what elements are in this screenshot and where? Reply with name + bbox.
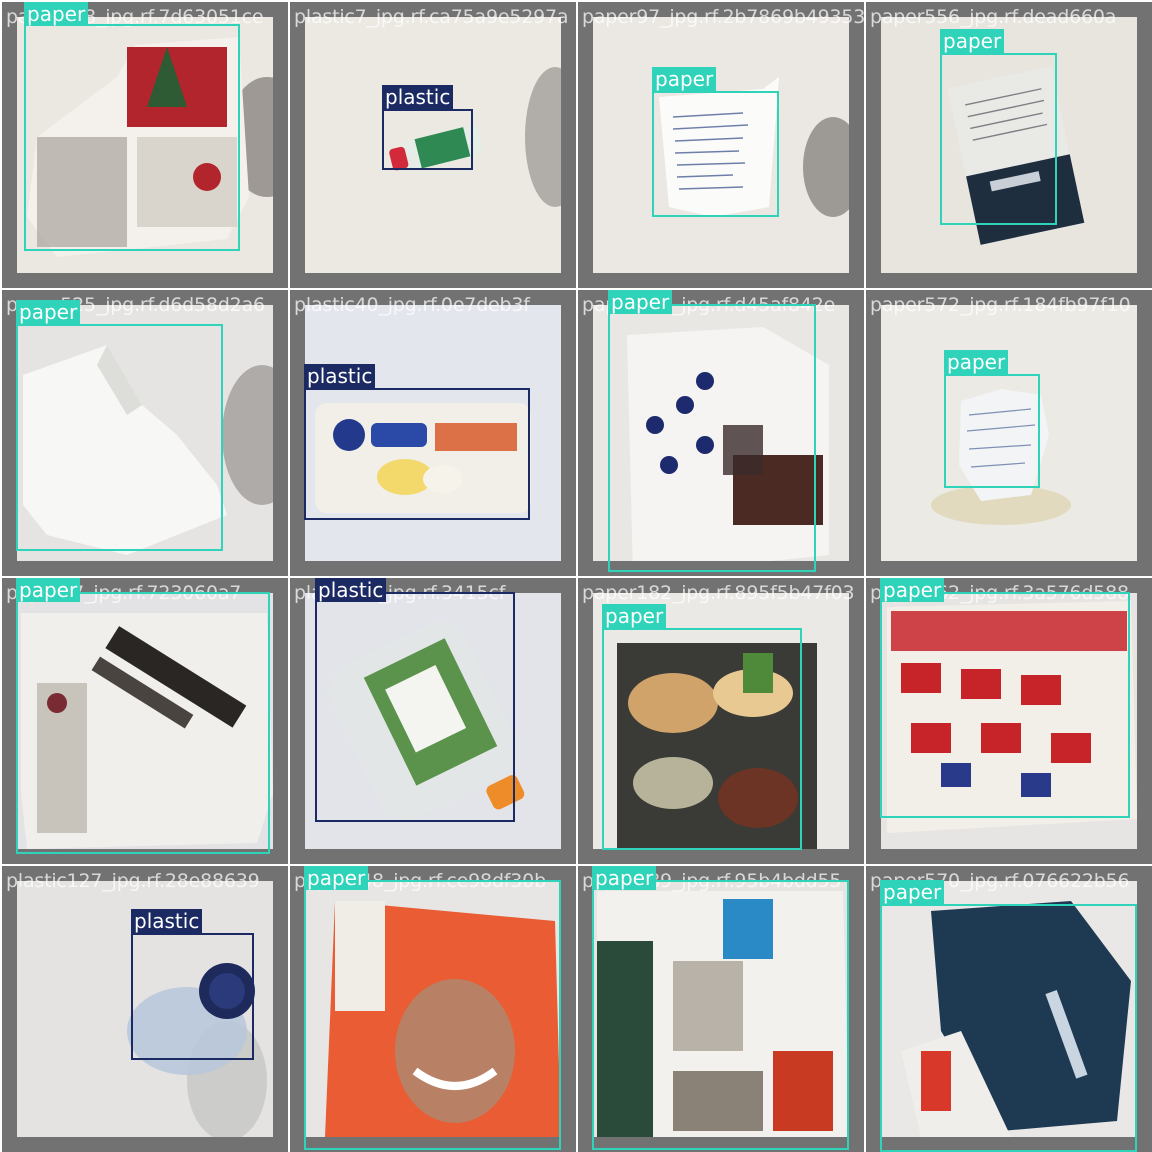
bounding-box-plastic bbox=[131, 933, 254, 1060]
image-filename: paper97_jpg.rf.2b7869b49353 bbox=[582, 6, 864, 28]
class-label-paper: paper bbox=[880, 578, 945, 602]
image-filename: paper182_jpg.rf.895f5b47f03 bbox=[582, 582, 855, 604]
image-filename: paper572_jpg.rf.184fb97f10 bbox=[870, 294, 1131, 316]
image-tile: paper182_jpg.rf.895f5b47f03 paper bbox=[578, 578, 864, 864]
image-filename: plastic7_jpg.rf.ca75a9e5297a bbox=[294, 6, 569, 28]
image-filename: plastic40_jpg.rf.0e7deb3f bbox=[294, 294, 530, 316]
bounding-box-paper bbox=[592, 880, 849, 1150]
class-label-paper: paper bbox=[608, 290, 673, 314]
bounding-box-plastic bbox=[315, 592, 515, 822]
image-tile: plastic127_jpg.rf.28e88639plastic bbox=[2, 866, 288, 1152]
class-label-paper: paper bbox=[940, 29, 1005, 53]
image-tile: paper97_jpg.rf.2b7869b49353paper bbox=[578, 2, 864, 288]
bounding-box-plastic bbox=[304, 388, 530, 520]
image-tile: plastic40_jpg.rf.0e7deb3fplastic bbox=[290, 290, 576, 576]
class-label-plastic: plastic bbox=[382, 85, 454, 109]
class-label-paper: paper bbox=[944, 350, 1009, 374]
image-filename: paper556_jpg.rf.dead660a bbox=[870, 6, 1117, 28]
bounding-box-paper bbox=[608, 304, 816, 572]
image-tile: paper556_jpg.rf.dead660a paper bbox=[866, 2, 1152, 288]
image-filename: plastic127_jpg.rf.28e88639 bbox=[6, 870, 260, 892]
bounding-box-plastic bbox=[382, 109, 473, 170]
image-tile: paper518_jpg.rf.7d63051ce paper bbox=[2, 2, 288, 288]
bounding-box-paper bbox=[602, 628, 802, 850]
bounding-box-paper bbox=[880, 904, 1137, 1152]
bounding-box-paper bbox=[880, 592, 1130, 818]
image-tile: plastic20_jpg.rf.3415cf plastic bbox=[290, 578, 576, 864]
image-tile: paper562_jpg.rf.3a576d588 paper bbox=[866, 578, 1152, 864]
class-label-paper: paper bbox=[304, 866, 369, 890]
bounding-box-paper bbox=[16, 324, 223, 551]
detection-mosaic: paper518_jpg.rf.7d63051ce paper plastic7_… bbox=[0, 0, 1152, 1152]
image-tile: paper572_jpg.rf.184fb97f10paper bbox=[866, 290, 1152, 576]
class-label-paper: paper bbox=[652, 67, 717, 91]
bounding-box-paper bbox=[304, 880, 561, 1150]
image-tile: paper37_jpg.rf.723060a7 paper bbox=[2, 578, 288, 864]
class-label-plastic: plastic bbox=[304, 364, 376, 388]
bounding-box-paper bbox=[24, 24, 240, 251]
class-label-plastic: plastic bbox=[131, 909, 203, 933]
bounding-box-paper bbox=[652, 91, 779, 217]
class-label-paper: paper bbox=[592, 866, 657, 890]
image-tile: plastic7_jpg.rf.ca75a9e5297aplastic bbox=[290, 2, 576, 288]
class-label-paper: paper bbox=[602, 604, 667, 628]
class-label-paper: paper bbox=[16, 300, 81, 324]
image-tile: paper380_jpg.rf.d45af842e paper bbox=[578, 290, 864, 576]
image-tile: paper570_jpg.rf.076622b56 paper bbox=[866, 866, 1152, 1152]
bounding-box-paper bbox=[944, 374, 1040, 488]
class-label-plastic: plastic bbox=[315, 578, 387, 602]
image-tile: paper525_jpg.rf.d6d58d2a6 paper bbox=[2, 290, 288, 576]
bounding-box-paper bbox=[940, 53, 1057, 225]
image-tile: paper389_jpg.rf.95b4bdd55 paper bbox=[578, 866, 864, 1152]
image-tile: paper248_jpg.rf.ce98df30b paper bbox=[290, 866, 576, 1152]
class-label-paper: paper bbox=[880, 880, 945, 904]
class-label-paper: paper bbox=[16, 578, 81, 602]
bounding-box-paper bbox=[16, 592, 270, 854]
class-label-paper: paper bbox=[24, 2, 89, 26]
